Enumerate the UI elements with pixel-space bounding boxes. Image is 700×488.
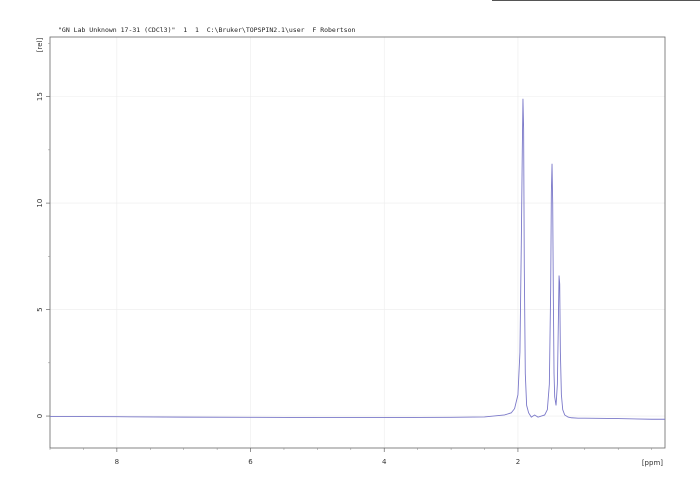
y-axis: 0 5 10 15 <box>36 43 50 418</box>
x-axis-unit-label: [ppm] <box>642 459 663 467</box>
y-tick-label: 10 <box>36 199 44 208</box>
spectrum-line <box>49 98 665 420</box>
nmr-spectrum-chart: 8 6 4 2 0 5 10 15 [ppm] [rel] <box>36 36 666 467</box>
x-tick-label: 6 <box>248 458 253 466</box>
x-tick-label: 8 <box>115 458 119 466</box>
x-axis: 8 6 4 2 <box>49 448 652 466</box>
y-axis-unit-label: [rel] <box>36 38 44 53</box>
y-tick-label: 15 <box>36 92 44 101</box>
plot-frame <box>49 36 666 449</box>
y-tick-label: 0 <box>36 414 44 418</box>
y-tick-label: 5 <box>36 307 44 311</box>
x-tick-label: 4 <box>382 458 387 466</box>
grid-layer <box>50 37 665 448</box>
x-tick-label: 2 <box>516 458 520 466</box>
